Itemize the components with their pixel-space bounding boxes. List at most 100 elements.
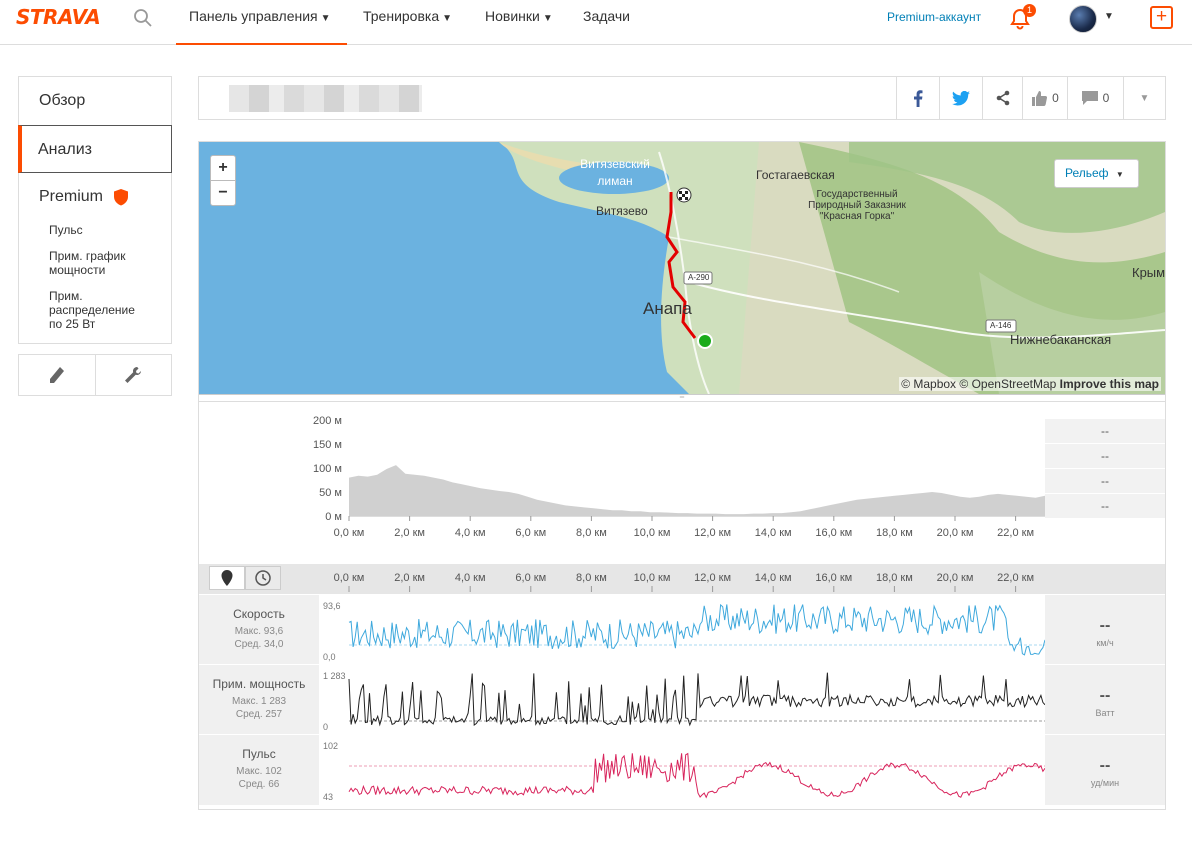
zoom-in-button[interactable]: + (210, 155, 236, 181)
attr-mapbox[interactable]: © Mapbox (901, 377, 956, 391)
elevation-x-tick: 6,0 км (515, 527, 546, 539)
chevron-down-icon: ▼ (542, 13, 553, 24)
chevron-down-icon[interactable]: ▼ (1104, 11, 1114, 22)
stream-unit: уд/мин (1090, 778, 1120, 788)
sidebar-sub-power-distribution[interactable]: Прим. распределение по 25 Вт (19, 289, 139, 331)
elevation-x-tick: 18,0 км (876, 527, 913, 539)
map-label-gostagaevskaya: Гостагаевская (756, 168, 835, 182)
nav-explore[interactable]: Новинки ▼ (485, 8, 553, 45)
kudos-button[interactable]: 0 (1022, 77, 1067, 119)
stream-avg: Сред. 34,0 (234, 639, 284, 650)
nav-challenges[interactable]: Задачи (583, 8, 630, 45)
elevation-side-value: -- (1045, 494, 1165, 518)
elevation-y-tick: 100 м (313, 463, 342, 475)
nav-training-label: Тренировка (363, 8, 440, 24)
stream-max: Макс. 93,6 (234, 626, 284, 637)
top-nav: STRAVA Панель управления ▼ Тренировка ▼ Но… (0, 0, 1192, 45)
stream-row-power: Прим. мощность Макс. 1 283 Сред. 257 1 283… (199, 664, 1165, 735)
stream-current-value: -- (1099, 757, 1111, 774)
stream-name: Скорость (233, 607, 285, 621)
share-icon (996, 90, 1009, 106)
strava-logo[interactable]: STRAVA (16, 5, 101, 29)
sidebar-item-premium[interactable]: Premium (19, 173, 171, 209)
stream-ymin-label: 43 (323, 792, 333, 802)
stream-ymin-label: 0 (323, 722, 328, 732)
facebook-share-button[interactable] (896, 77, 939, 119)
stream-label: Прим. мощность Макс. 1 283 Сред. 257 (199, 665, 319, 735)
stream-max: Макс. 1 283 (231, 696, 287, 707)
stream-avg: Сред. 257 (235, 709, 283, 720)
road-label-a290: A-290 (688, 273, 710, 282)
twitter-share-button[interactable] (939, 77, 982, 119)
blurred-activity-title (229, 85, 422, 112)
premium-link[interactable]: Premium-аккаунт (887, 10, 981, 24)
sidebar-item-overview[interactable]: Обзор (19, 77, 171, 125)
map-label-reserve: Государственный Природный Заказник "Крас… (808, 189, 906, 222)
streams-x-tick: 10,0 км (634, 572, 671, 584)
sidebar-item-analysis[interactable]: Анализ (18, 125, 172, 173)
actions-button[interactable] (96, 355, 172, 395)
search-icon[interactable] (133, 8, 153, 28)
share-button[interactable] (982, 77, 1022, 119)
sidebar-sub-power-curve[interactable]: Прим. график мощности (19, 249, 139, 277)
elevation-x-tick: 16,0 км (815, 527, 852, 539)
edit-button[interactable] (19, 355, 96, 395)
streams-x-axis: 0,0 км 2,0 км 4,0 км 6,0 км 8,0 км 10,0 км 12,… (334, 572, 1034, 592)
nav-explore-label: Новинки (485, 8, 540, 24)
elevation-chart: 200 м 150 м 100 м 50 м 0 м 0,0 км 2,0 км 4,0 км… (313, 415, 1045, 539)
nav-training[interactable]: Тренировка ▼ (363, 8, 452, 45)
start-marker (697, 333, 713, 349)
streams-x-tick: 20,0 км (937, 572, 974, 584)
nav-dashboard[interactable]: Панель управления ▼ (176, 8, 347, 45)
elevation-side-value: -- (1045, 419, 1165, 443)
map-layer-dropdown[interactable]: Рельеф ▼ (1054, 159, 1139, 188)
caret-down-icon: ▼ (1115, 170, 1124, 179)
upload-plus-button[interactable]: + (1150, 6, 1173, 29)
map-label-krymsk: Крым (1132, 265, 1165, 280)
map-label-nizhnebakanskaya: Нижнебаканская (1010, 332, 1112, 347)
kudos-count: 0 (1052, 91, 1059, 105)
map-attribution: © Mapbox © OpenStreetMap Improve this ma… (899, 377, 1161, 391)
stream-label: Скорость Макс. 93,6 Сред. 34,0 (199, 595, 319, 665)
chevron-down-icon: ▼ (320, 13, 331, 24)
pencil-icon (49, 367, 64, 383)
elevation-x-tick: 4,0 км (455, 527, 486, 539)
map-resize-handle[interactable]: ═ (199, 394, 1165, 402)
stream-label: Пульс Макс. 102 Сред. 66 (199, 735, 319, 805)
wrench-icon (125, 366, 142, 383)
attr-osm[interactable]: © OpenStreetMap (959, 377, 1056, 391)
power-stream-graph[interactable]: 1 283 0 (319, 665, 1045, 735)
elevation-area (349, 465, 1045, 516)
streams-x-tick: 4,0 км (455, 572, 486, 584)
attr-improve[interactable]: Improve this map (1060, 377, 1159, 391)
elevation-y-tick: 0 м (325, 511, 342, 523)
elevation-x-tick: 12,0 км (694, 527, 731, 539)
heartrate-stream-graph[interactable]: 102 43 (319, 735, 1045, 805)
elevation-x-tick: 0,0 км (334, 527, 365, 539)
stream-avg: Сред. 66 (238, 779, 280, 790)
avatar[interactable] (1069, 5, 1097, 33)
nav-dashboard-label: Панель управления (189, 8, 318, 24)
chevron-down-icon: ▼ (1139, 92, 1150, 104)
stream-name: Пульс (242, 747, 276, 761)
thumbs-up-icon (1032, 90, 1048, 106)
map-layer-label: Рельеф (1065, 166, 1109, 180)
sidebar-sub-heartrate[interactable]: Пульс (19, 223, 171, 237)
sidebar-premium-label: Premium (39, 188, 104, 205)
stream-plot-bg (349, 735, 1045, 805)
elevation-x-tick: 22,0 км (997, 527, 1034, 539)
streams-x-tick: 6,0 км (515, 572, 546, 584)
nav-challenges-label: Задачи (583, 8, 631, 24)
elevation-side-value: -- (1045, 469, 1165, 493)
road-label-a146: A-146 (990, 321, 1012, 330)
stream-value: -- Ватт (1045, 665, 1165, 735)
more-actions-button[interactable]: ▼ (1123, 77, 1165, 119)
zoom-out-button[interactable]: − (210, 180, 236, 206)
speed-stream-graph[interactable]: 93,6 0,0 (319, 595, 1045, 665)
elevation-y-tick: 200 м (313, 415, 342, 427)
elevation-side-value: -- (1045, 444, 1165, 468)
route-map[interactable]: Витязевский лиман Витязево Гостагаевская… (199, 142, 1165, 394)
elevation-x-tick: 8,0 км (576, 527, 607, 539)
streams-x-tick: 8,0 км (576, 572, 607, 584)
comment-button[interactable]: 0 (1067, 77, 1123, 119)
